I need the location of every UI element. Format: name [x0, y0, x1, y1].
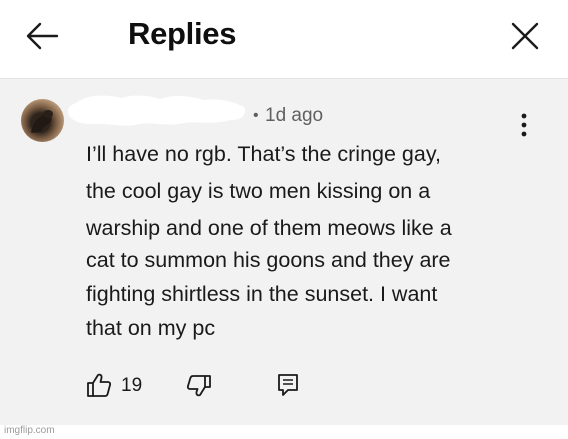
dislike-button[interactable]: [186, 374, 212, 400]
comment-text-line: fighting shirtless in the sunset. I want: [86, 282, 438, 306]
comment-text-line: warship and one of them meows like a: [86, 216, 452, 240]
avatar[interactable]: [21, 99, 64, 142]
comment-text-line: the cool gay is two men kissing on a: [86, 179, 431, 203]
comment-timestamp: 1d ago: [265, 105, 324, 126]
meta-separator: •: [253, 107, 259, 124]
page-title: Replies: [128, 16, 237, 51]
more-vert-icon: [521, 113, 527, 137]
like-button[interactable]: [86, 372, 112, 398]
reply-button[interactable]: [276, 372, 300, 398]
replies-header: Replies: [0, 0, 568, 79]
back-button[interactable]: [24, 20, 60, 52]
reply-icon: [278, 374, 298, 396]
comment-text-line: cat to summon his goons and they are: [86, 248, 451, 272]
close-icon: [511, 22, 539, 50]
thumbs-up-icon: [87, 373, 112, 397]
watermark: imgflip.com: [4, 425, 55, 436]
thumbs-down-icon: [186, 375, 211, 397]
like-count: 19: [121, 375, 143, 396]
avatar-image: [31, 110, 53, 133]
comment-card: • 1d ago I’ll have no rgb. That’s the cr…: [0, 79, 568, 425]
comment-text-line: I’ll have no rgb. That’s the cringe gay,: [86, 142, 441, 166]
close-button[interactable]: [509, 20, 541, 52]
comment-menu-button[interactable]: [517, 111, 531, 141]
author-name-redacted[interactable]: [62, 91, 248, 131]
arrow-left-icon: [26, 22, 59, 50]
comment-text-line: that on my pc: [86, 316, 216, 340]
